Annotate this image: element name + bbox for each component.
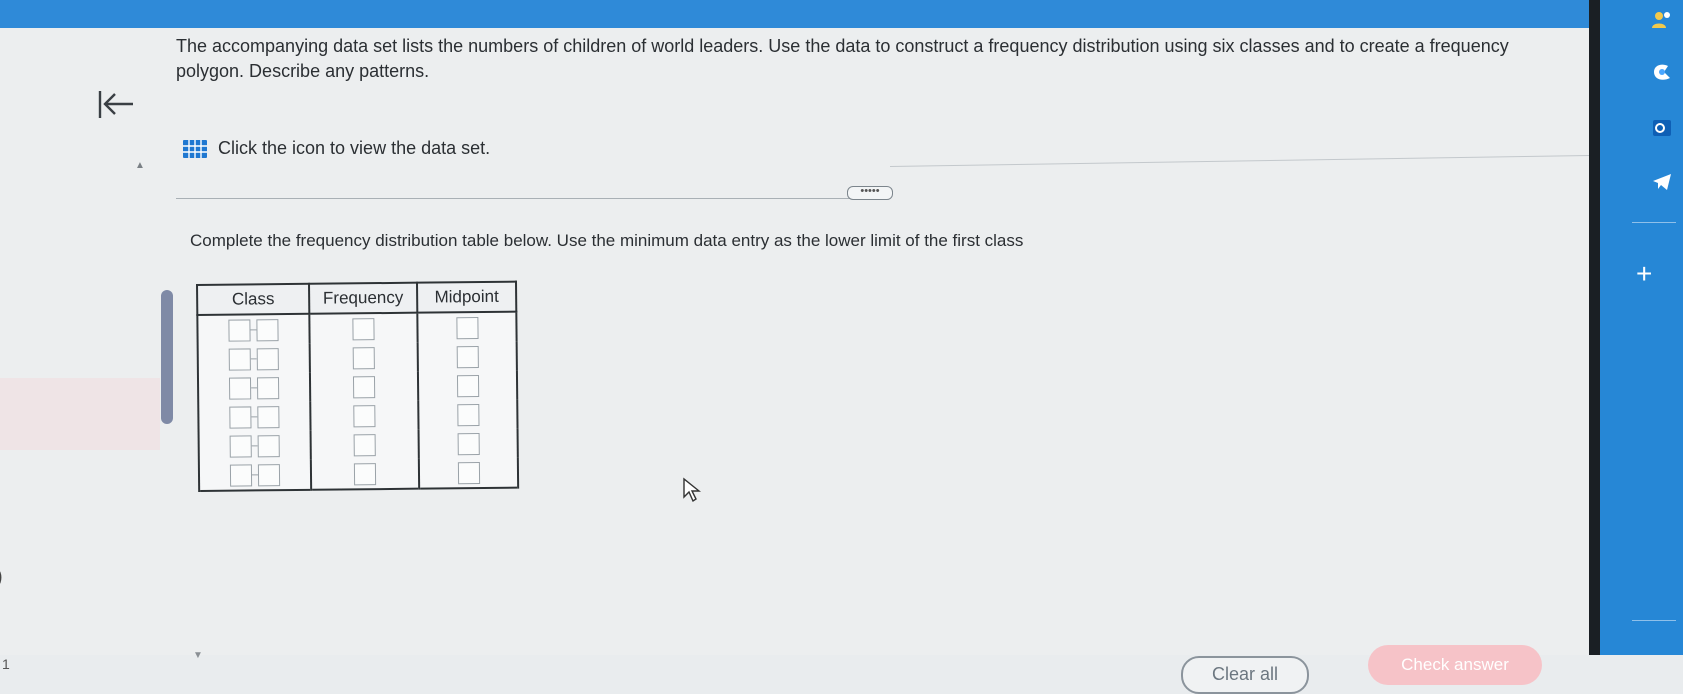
class-cell xyxy=(197,343,310,374)
mouse-pointer-icon xyxy=(683,477,701,503)
frequency-cell xyxy=(309,342,418,373)
back-to-start-icon[interactable] xyxy=(97,86,137,126)
frequency-header: Frequency xyxy=(309,282,418,314)
class-upper-input[interactable] xyxy=(256,376,280,399)
add-sidebar-app-button[interactable]: + xyxy=(1636,258,1652,290)
expand-question-button[interactable]: ••••• xyxy=(847,186,893,200)
midpoint-input[interactable] xyxy=(455,316,479,339)
frequency-distribution-table: Class Frequency Midpoint xyxy=(196,280,520,492)
telegram-icon[interactable] xyxy=(1650,170,1674,194)
class-upper-input[interactable] xyxy=(257,405,280,428)
class-upper-input[interactable] xyxy=(257,463,281,486)
midpoint-input[interactable] xyxy=(456,403,479,426)
copilot-icon[interactable] xyxy=(1650,60,1674,84)
table-row xyxy=(197,370,518,403)
question-line-2: polygon. Describe any patterns. xyxy=(176,61,430,81)
midpoint-cell xyxy=(418,428,518,459)
frequency-input[interactable] xyxy=(352,375,376,398)
outlook-icon[interactable] xyxy=(1650,116,1674,140)
midpoint-input[interactable] xyxy=(457,432,480,455)
class-lower-input[interactable] xyxy=(228,376,252,400)
class-cell xyxy=(198,459,312,491)
people-icon[interactable] xyxy=(1650,8,1674,32)
table-row xyxy=(198,428,518,461)
margin-number: 1 xyxy=(2,656,10,672)
class-lower-input[interactable] xyxy=(228,347,251,371)
class-cell xyxy=(198,401,311,432)
top-bar xyxy=(0,0,1600,28)
class-header: Class xyxy=(197,283,310,315)
question-line-1: The accompanying data set lists the numb… xyxy=(176,36,1509,56)
frequency-input[interactable] xyxy=(353,404,376,427)
class-lower-input[interactable] xyxy=(229,405,252,429)
frequency-cell xyxy=(310,429,419,460)
vertical-scrollbar[interactable] xyxy=(161,290,173,424)
sidebar-divider xyxy=(1632,222,1676,223)
view-data-set-label: Click the icon to view the data set. xyxy=(218,138,491,158)
midpoint-cell xyxy=(417,370,518,401)
data-table-icon[interactable] xyxy=(182,139,208,159)
view-data-set-link[interactable]: Click the icon to view the data set. xyxy=(182,138,490,159)
clear-all-button[interactable]: Clear all xyxy=(1181,656,1309,694)
class-upper-input[interactable] xyxy=(256,318,279,341)
class-cell xyxy=(197,372,311,403)
class-lower-input[interactable] xyxy=(228,318,251,342)
midpoint-input[interactable] xyxy=(456,374,479,397)
frequency-cell xyxy=(309,371,419,402)
table-row xyxy=(197,311,517,345)
table-row xyxy=(197,341,517,374)
frequency-cell xyxy=(309,312,418,344)
sidebar-divider xyxy=(1632,620,1676,621)
frequency-cell xyxy=(310,458,420,490)
midpoint-cell xyxy=(417,311,517,343)
browser-sidebar xyxy=(1600,0,1683,655)
midpoint-cell xyxy=(418,399,518,430)
table-row xyxy=(198,457,519,491)
midpoint-input[interactable] xyxy=(456,345,479,368)
midpoint-cell xyxy=(417,341,517,372)
highlight-band xyxy=(0,378,160,450)
edge-glyph: ) xyxy=(0,566,3,589)
frequency-input[interactable] xyxy=(353,433,376,456)
class-lower-input[interactable] xyxy=(229,463,253,487)
midpoint-cell xyxy=(418,457,519,489)
midpoint-header: Midpoint xyxy=(416,281,517,313)
question-text: The accompanying data set lists the numb… xyxy=(176,34,1576,84)
frequency-input[interactable] xyxy=(353,462,377,485)
frequency-cell xyxy=(310,400,419,431)
frequency-input[interactable] xyxy=(352,317,375,340)
section-divider xyxy=(176,198,866,199)
class-upper-input[interactable] xyxy=(256,347,279,370)
class-cell xyxy=(198,430,311,461)
class-upper-input[interactable] xyxy=(257,434,280,457)
class-cell xyxy=(197,313,310,345)
collapse-caret-icon[interactable]: ▲ xyxy=(135,160,145,171)
class-lower-input[interactable] xyxy=(229,434,252,458)
question-panel: The accompanying data set lists the numb… xyxy=(0,28,1600,694)
scroll-down-caret-icon[interactable]: ▼ xyxy=(193,650,203,661)
midpoint-input[interactable] xyxy=(457,461,480,484)
frequency-input[interactable] xyxy=(352,346,375,369)
table-row xyxy=(198,399,518,432)
table-instruction: Complete the frequency distribution tabl… xyxy=(190,231,1024,250)
check-answer-button[interactable]: Check answer xyxy=(1368,645,1542,685)
section-divider xyxy=(889,155,1590,167)
